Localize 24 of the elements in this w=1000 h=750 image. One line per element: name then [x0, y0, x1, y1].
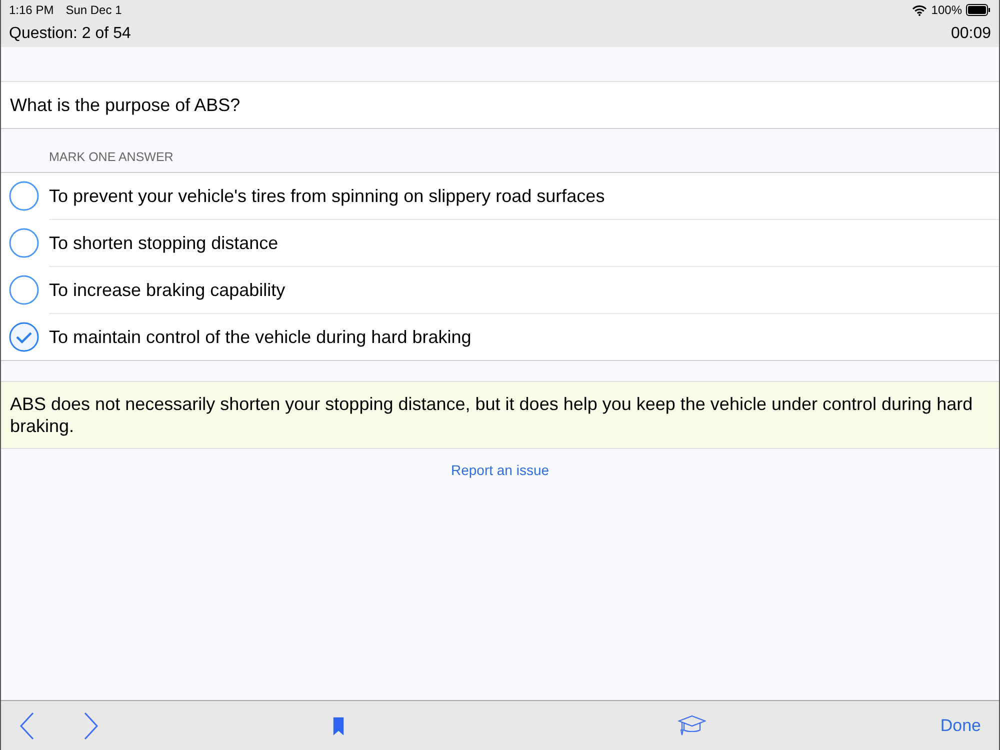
- question-counter: Question: 2 of 54: [9, 24, 131, 42]
- answer-option[interactable]: To increase braking capability: [49, 280, 286, 300]
- report-issue-link[interactable]: Report an issue: [450, 462, 550, 478]
- question-text: What is the purpose of ABS?: [10, 94, 240, 116]
- bookmark-button[interactable]: [333, 716, 344, 734]
- timer: 00:09: [950, 24, 991, 42]
- battery-icon: [966, 4, 991, 16]
- status-time: 1:16 PM: [9, 3, 54, 17]
- radio-button[interactable]: [9, 228, 39, 258]
- radio-button[interactable]: [9, 181, 39, 211]
- battery-percent: 100%: [931, 3, 962, 17]
- graduation-cap-icon[interactable]: [678, 714, 706, 736]
- back-button[interactable]: [19, 712, 35, 740]
- status-date: Sun Dec 1: [66, 3, 122, 17]
- explanation-text: ABS does not necessarily shorten your stopping distance, but it does help you keep the vehicle under control during hard braking.: [1, 381, 999, 449]
- answer-option[interactable]: To prevent your vehicle's tires from spinning on slippery road surfaces: [49, 186, 605, 206]
- forward-button[interactable]: [83, 712, 99, 740]
- answer-option[interactable]: To maintain control of the vehicle during hard braking: [49, 326, 472, 348]
- section-label: MARK ONE ANSWER: [49, 150, 174, 164]
- radio-button[interactable]: [9, 322, 39, 352]
- radio-button[interactable]: [9, 275, 39, 305]
- done-button[interactable]: Done: [940, 716, 982, 736]
- answer-option[interactable]: To shorten stopping distance: [49, 232, 278, 254]
- wifi-icon: [912, 4, 928, 16]
